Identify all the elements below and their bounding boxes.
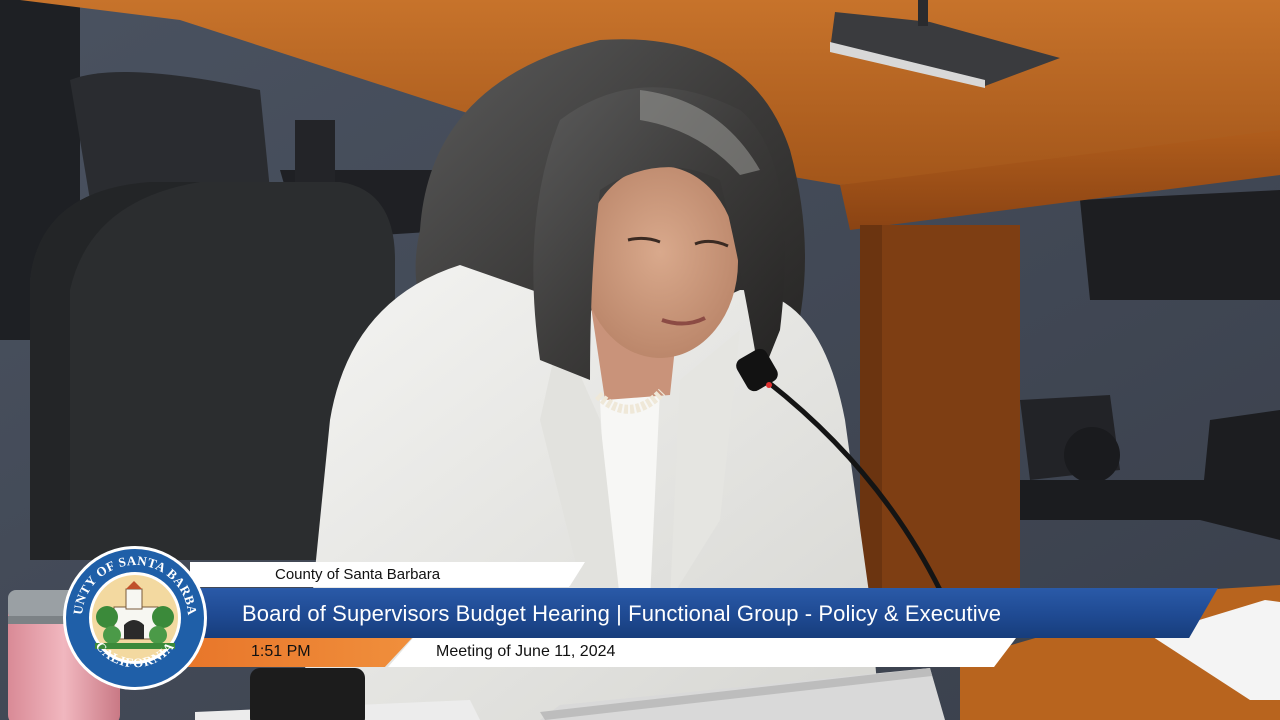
video-frame	[0, 0, 1280, 720]
meeting-room-scene	[0, 0, 1280, 720]
